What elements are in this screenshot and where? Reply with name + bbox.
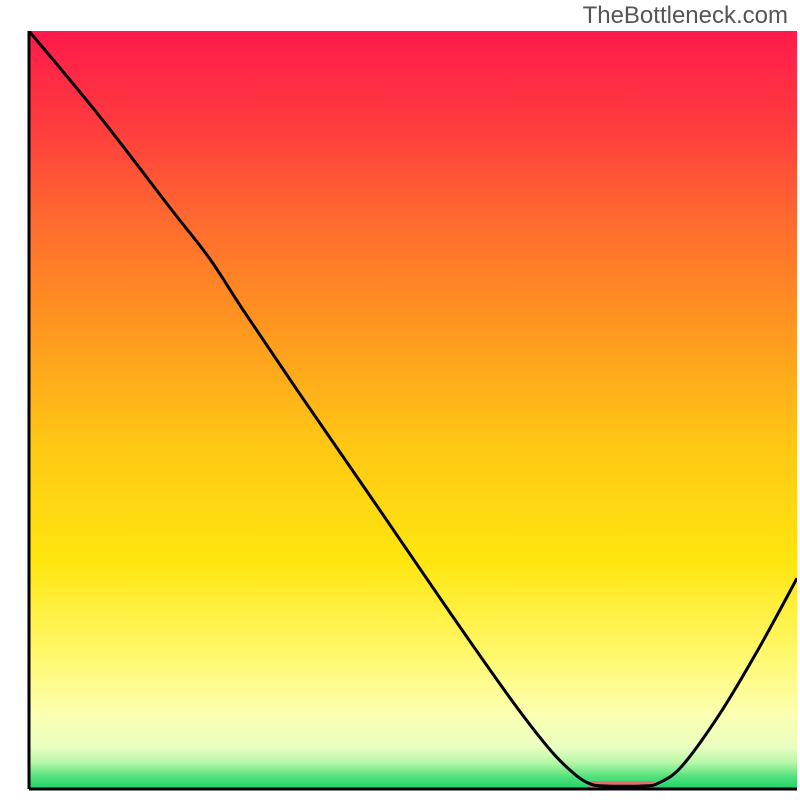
watermark-label: TheBottleneck.com (583, 2, 788, 30)
bottleneck-chart: TheBottleneck.com (0, 0, 800, 800)
plot-svg (0, 0, 800, 800)
gradient-background (29, 31, 797, 789)
